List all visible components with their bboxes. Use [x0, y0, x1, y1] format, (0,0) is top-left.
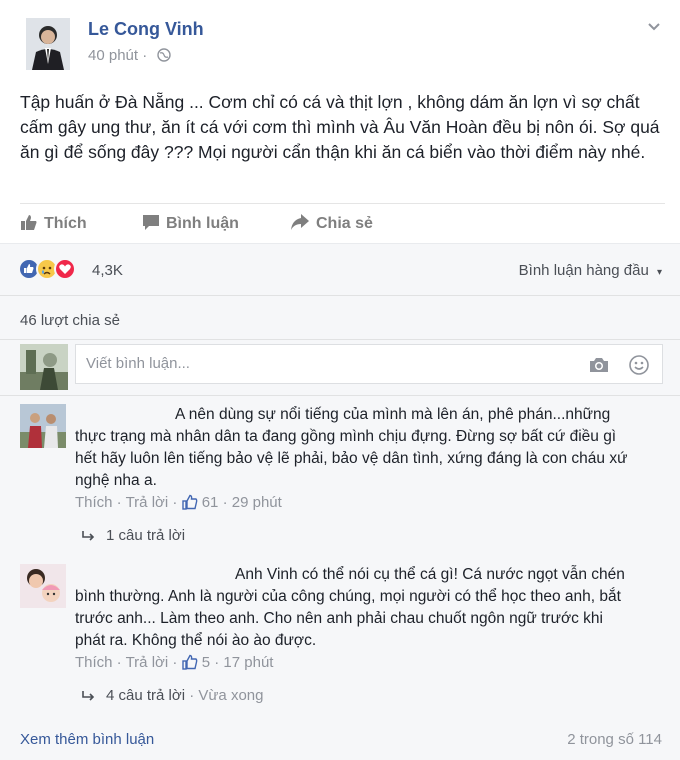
like-button[interactable]: Thích: [20, 213, 87, 233]
author-name[interactable]: Le Cong Vinh: [88, 19, 204, 40]
comment-button[interactable]: Bình luận: [142, 213, 239, 233]
comment-icon: [143, 215, 159, 230]
comment-input[interactable]: Viết bình luận...: [75, 344, 663, 384]
post-meta: 40 phút ·: [88, 47, 172, 64]
comment-like-link[interactable]: Thích: [75, 654, 113, 671]
share-count-row: 46 lượt chia sẻ: [0, 295, 680, 339]
comment-time[interactable]: 17 phút: [223, 654, 273, 671]
love-reaction-icon: [54, 258, 76, 280]
comments-count: 2 trong số 114: [567, 731, 662, 748]
globe-icon: [157, 48, 172, 62]
reply-arrow-icon: [82, 691, 95, 701]
comment-like-count[interactable]: 5: [202, 654, 210, 671]
post-action-bar: Thích Bình luận Chia sẻ: [20, 203, 665, 243]
thumbs-up-icon: [181, 494, 197, 510]
comment-body: A nên dùng sự nổi tiếng của mình mà lên …: [75, 406, 628, 489]
comment-like-link[interactable]: Thích: [75, 494, 113, 511]
comment-sort-dropdown[interactable]: Bình luận hàng đầu ▾: [519, 262, 662, 279]
emoji-icon[interactable]: [628, 354, 650, 381]
comment-reply-link[interactable]: Trả lời: [126, 494, 169, 511]
comment-composer: Viết bình luận...: [0, 339, 680, 395]
comment-text: Anh Vinh có thể nói cụ thể cá gì! Cá nướ…: [75, 564, 635, 652]
reaction-count[interactable]: 4,3K: [92, 262, 123, 279]
thumbs-up-icon: [21, 215, 37, 230]
replies-count: 4 câu trả lời: [106, 687, 186, 704]
like-button-label: Thích: [44, 215, 87, 232]
commenter-avatar[interactable]: [20, 564, 66, 608]
share-arrow-icon: [291, 214, 309, 230]
comment-sort-label: Bình luận hàng đầu: [518, 262, 649, 279]
viewer-avatar: [20, 344, 68, 390]
author-avatar[interactable]: [26, 18, 70, 70]
comment-body: Anh Vinh có thể nói cụ thể cá gì! Cá nướ…: [75, 566, 625, 649]
comment-time[interactable]: 29 phút: [232, 494, 282, 511]
replies-count: 1 câu trả lời: [106, 527, 186, 544]
comment-like-count[interactable]: 61: [202, 494, 219, 511]
view-replies-link[interactable]: 4 câu trả lời · Vừa xong: [82, 687, 263, 704]
post-header: Le Cong Vinh 40 phút ·: [0, 0, 680, 80]
commenter-avatar[interactable]: [20, 404, 66, 448]
share-button[interactable]: Chia sẻ: [290, 213, 373, 233]
post-time[interactable]: 40 phút: [88, 47, 138, 64]
view-replies-link[interactable]: 1 câu trả lời: [82, 527, 185, 544]
comment-input-placeholder: Viết bình luận...: [86, 355, 190, 372]
replies-time: Vừa xong: [198, 687, 264, 704]
comment-text: A nên dùng sự nổi tiếng của mình mà lên …: [75, 404, 635, 492]
share-button-label: Chia sẻ: [316, 215, 373, 232]
reply-arrow-icon: [82, 531, 95, 541]
reactions-bar: 4,3K Bình luận hàng đầu ▾: [0, 243, 680, 295]
chevron-down-icon[interactable]: [646, 18, 662, 34]
view-more-comments-link[interactable]: Xem thêm bình luận: [20, 731, 154, 748]
caret-down-icon: ▾: [656, 267, 662, 278]
comment-actions: Thích · Trả lời · 61 · 29 phút: [75, 494, 282, 511]
share-count-link[interactable]: 46 lượt chia sẻ: [20, 312, 120, 329]
camera-icon[interactable]: [588, 356, 610, 379]
thumbs-up-icon: [181, 654, 197, 670]
post-body: Tập huấn ở Đà Nẵng ... Cơm chỉ có cá và …: [20, 92, 660, 162]
comment-reply-link[interactable]: Trả lời: [126, 654, 169, 671]
comment-button-label: Bình luận: [166, 215, 239, 232]
comment-actions: Thích · Trả lời · 5 · 17 phút: [75, 654, 274, 671]
